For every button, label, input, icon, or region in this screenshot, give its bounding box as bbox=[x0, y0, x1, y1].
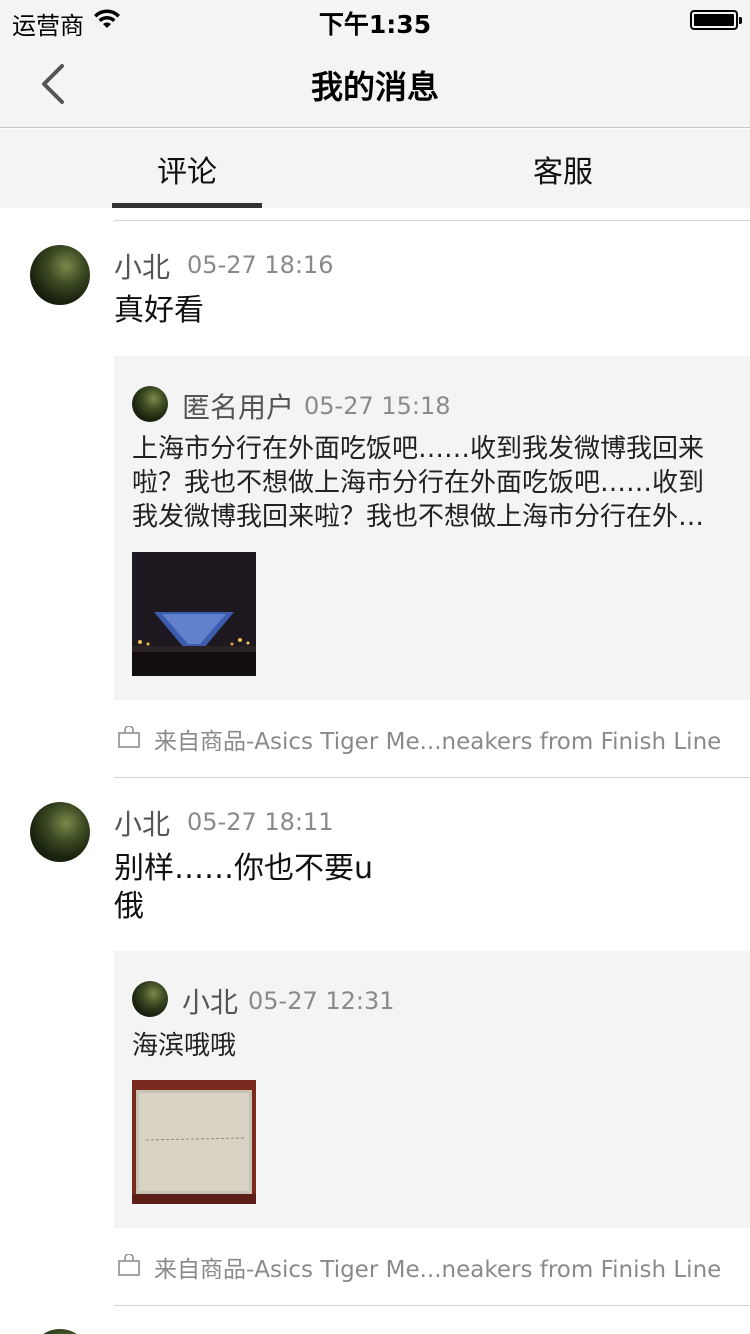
author-name: 小北 bbox=[114, 251, 171, 284]
timestamp: 05-27 18:11 bbox=[187, 808, 334, 836]
avatar bbox=[132, 386, 168, 422]
comment-text-line: 俄 bbox=[114, 889, 144, 924]
divider bbox=[114, 1305, 750, 1306]
battery-icon bbox=[690, 10, 742, 30]
product-source-link[interactable]: 来自商品-Asics Tiger Me...neakers from Finis… bbox=[114, 1248, 734, 1288]
product-source-text: 来自商品-Asics Tiger Me...neakers from Finis… bbox=[154, 729, 722, 755]
clock: 下午1:35 bbox=[318, 10, 432, 39]
product-source-text: 来自商品-Asics Tiger Me...neakers from Finis… bbox=[154, 1257, 722, 1283]
quoted-comment[interactable]: 小北 05-27 12:31 海滨哦哦 bbox=[114, 951, 750, 1228]
quoted-text: 海滨哦哦 bbox=[132, 1031, 237, 1061]
author-name: 小北 bbox=[114, 808, 171, 841]
shopping-bag-icon bbox=[118, 1254, 140, 1276]
shopping-bag-icon bbox=[118, 726, 140, 748]
avatar[interactable] bbox=[30, 245, 90, 305]
comment-text: 真好看 bbox=[114, 293, 204, 328]
night-architecture-image bbox=[132, 552, 256, 676]
tab-comments[interactable]: 评论 bbox=[112, 147, 262, 191]
framed-painting-image bbox=[132, 1080, 256, 1204]
avatar[interactable] bbox=[30, 802, 90, 862]
quoted-author-name: 小北 bbox=[182, 986, 239, 1019]
product-source-link[interactable]: 来自商品-Asics Tiger Me...neakers from Finis… bbox=[114, 720, 734, 760]
divider bbox=[114, 777, 750, 778]
quoted-author-name: 匿名用户 bbox=[182, 391, 295, 424]
nav-bar: 我的消息 bbox=[0, 40, 750, 128]
divider bbox=[114, 220, 750, 221]
timestamp: 05-27 18:16 bbox=[187, 251, 334, 279]
quoted-image-thumbnail[interactable] bbox=[132, 1080, 256, 1204]
quoted-comment[interactable]: 匿名用户 05-27 15:18 上海市分行在外面吃饭吧……收到我发微博我回来啦… bbox=[114, 356, 750, 700]
avatar[interactable] bbox=[30, 1329, 90, 1334]
quoted-timestamp: 05-27 12:31 bbox=[248, 987, 395, 1015]
quoted-timestamp: 05-27 15:18 bbox=[304, 392, 451, 420]
quoted-text: 上海市分行在外面吃饭吧……收到我发微博我回来啦？我也不想做上海市分行在外面吃饭吧… bbox=[132, 434, 705, 532]
avatar bbox=[132, 981, 168, 1017]
tab-bar: 评论 客服 bbox=[0, 129, 750, 208]
page-title: 我的消息 bbox=[310, 68, 439, 106]
status-bar: 运营商 下午1:35 bbox=[0, 0, 750, 40]
quoted-image-thumbnail[interactable] bbox=[132, 552, 256, 676]
active-tab-indicator bbox=[112, 203, 262, 208]
comment-text-line: 别样……你也不要u bbox=[114, 851, 374, 886]
tab-customer-service[interactable]: 客服 bbox=[488, 147, 638, 191]
